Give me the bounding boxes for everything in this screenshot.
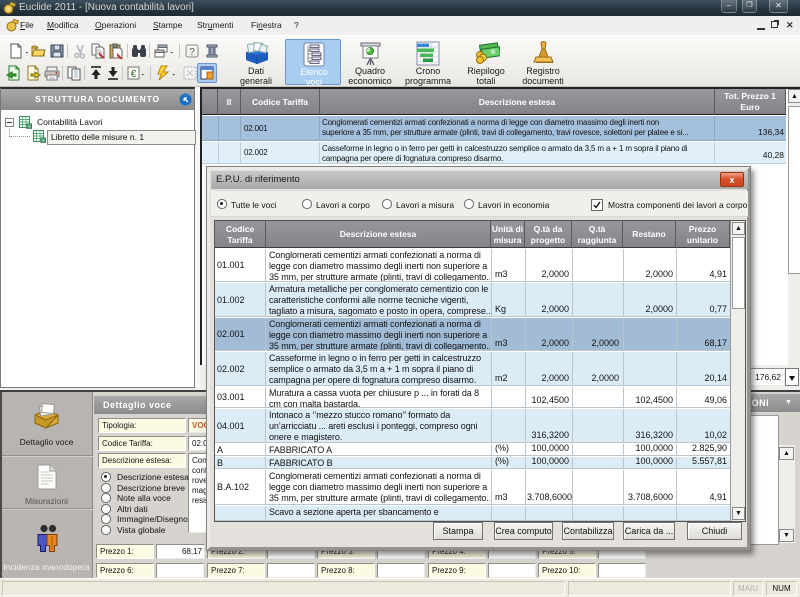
svg-text:?: ? [189,47,195,58]
svg-text:€: € [131,69,137,80]
